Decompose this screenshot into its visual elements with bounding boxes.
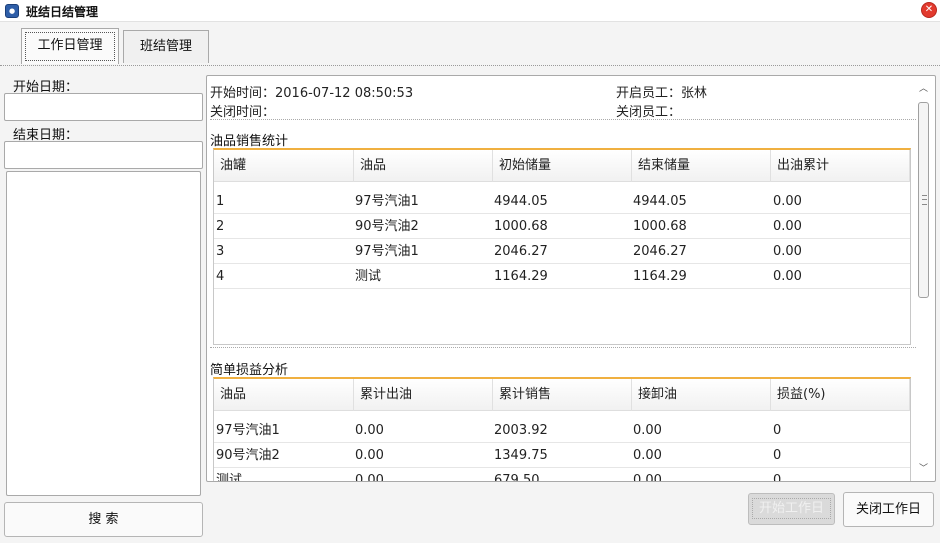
close-workday-button[interactable]: 关闭工作日 — [843, 492, 934, 527]
cell-product: 90号汽油2 — [355, 219, 419, 234]
cell-initial-stock: 2046.27 — [494, 244, 548, 259]
loss-col-product[interactable]: 油品 — [214, 379, 354, 411]
sales-col-product[interactable]: 油品 — [354, 150, 493, 182]
tab-divider — [0, 65, 940, 66]
table-row[interactable]: 90号汽油2 0.00 1349.75 0.00 0 — [214, 443, 910, 468]
scrollbar-thumb[interactable] — [918, 102, 929, 298]
cell-loss-percent: 0 — [773, 473, 782, 482]
search-button[interactable]: 搜 索 — [4, 502, 203, 537]
start-staff-value: 张林 — [681, 86, 708, 101]
table-row[interactable]: 97号汽油1 0.00 2003.92 0.00 0 — [214, 418, 910, 443]
loss-col-loss-percent[interactable]: 损益(%) — [771, 379, 910, 411]
cell-tank: 1 — [216, 194, 225, 209]
workday-list[interactable] — [6, 171, 201, 496]
cell-initial-stock: 4944.05 — [494, 194, 548, 209]
cell-output-total: 0.00 — [773, 244, 802, 259]
cell-unload: 0.00 — [633, 448, 662, 463]
window-title: 班结日结管理 — [26, 5, 99, 19]
start-time-label: 开始时间： — [210, 86, 276, 101]
cell-end-stock: 1000.68 — [633, 219, 687, 234]
sales-col-initial-stock[interactable]: 初始储量 — [493, 150, 632, 182]
start-time-info: 开始时间：2016-07-12 08:50:53 — [210, 82, 413, 101]
cell-initial-stock: 1000.68 — [494, 219, 548, 234]
start-staff-info: 开启员工：张林 — [616, 82, 707, 101]
cell-total-sales: 1349.75 — [494, 448, 548, 463]
app-logo-icon: ● — [5, 4, 19, 18]
table-row[interactable]: 1 97号汽油1 4944.05 4944.05 0.00 — [214, 189, 910, 214]
cell-output-total: 0.00 — [773, 269, 802, 284]
cell-total-sales: 679.50 — [494, 473, 540, 482]
loss-col-total-output[interactable]: 累计出油 — [354, 379, 493, 411]
tab-shift-management[interactable]: 班结管理 — [123, 30, 209, 63]
tab-label: 工作日管理 — [25, 32, 115, 61]
start-staff-label: 开启员工： — [616, 86, 682, 101]
close-staff-info: 关闭员工： — [616, 101, 681, 120]
cell-output-total: 0.00 — [773, 194, 802, 209]
sales-section-title: 油品销售统计 — [210, 134, 289, 149]
cell-loss-percent: 0 — [773, 423, 782, 438]
sales-col-end-stock[interactable]: 结束储量 — [632, 150, 771, 182]
title-bar: ● 班结日结管理 ✕ — [0, 0, 940, 22]
table-row[interactable]: 3 97号汽油1 2046.27 2046.27 0.00 — [214, 239, 910, 264]
cell-product: 测试 — [355, 269, 382, 284]
info-divider — [210, 119, 916, 120]
close-time-info: 关闭时间： — [210, 101, 275, 120]
cell-end-stock: 1164.29 — [633, 269, 687, 284]
loss-section-title: 简单损益分析 — [210, 363, 289, 378]
scroll-up-icon[interactable]: ︿ — [917, 82, 930, 96]
cell-unload: 0.00 — [633, 473, 662, 482]
cell-total-output: 0.00 — [355, 423, 384, 438]
table-row[interactable]: 测试 0.00 679.50 0.00 0 — [214, 468, 910, 482]
cell-product: 97号汽油1 — [216, 423, 280, 438]
start-date-input[interactable] — [4, 93, 203, 121]
loss-grid-header: 油品 累计出油 累计销售 接卸油 损益(%) — [214, 379, 910, 411]
table-row[interactable]: 2 90号汽油2 1000.68 1000.68 0.00 — [214, 214, 910, 239]
cell-tank: 3 — [216, 244, 225, 259]
cell-product: 90号汽油2 — [216, 448, 280, 463]
close-time-label: 关闭时间： — [210, 105, 276, 120]
detail-scrollbar[interactable]: ︿ ﹀ — [917, 80, 930, 478]
loss-col-total-sales[interactable]: 累计销售 — [493, 379, 632, 411]
end-date-input[interactable] — [4, 141, 203, 169]
table-row[interactable]: 4 测试 1164.29 1164.29 0.00 — [214, 264, 910, 289]
sales-col-output-total[interactable]: 出油累计 — [771, 150, 910, 182]
cell-product: 97号汽油1 — [355, 194, 419, 209]
loss-grid[interactable]: 油品 累计出油 累计销售 接卸油 损益(%) 97号汽油1 0.00 2003.… — [213, 377, 911, 482]
loss-col-unload[interactable]: 接卸油 — [632, 379, 771, 411]
close-workday-label: 关闭工作日 — [855, 502, 921, 517]
sales-grid[interactable]: 油罐 油品 初始储量 结束储量 出油累计 1 97号汽油1 4944.05 49… — [213, 148, 911, 345]
cell-product: 97号汽油1 — [355, 244, 419, 259]
cell-tank: 2 — [216, 219, 225, 234]
cell-end-stock: 4944.05 — [633, 194, 687, 209]
cell-unload: 0.00 — [633, 423, 662, 438]
start-workday-button[interactable]: 开始工作日 — [748, 493, 835, 525]
tab-workday-management[interactable]: 工作日管理 — [21, 28, 119, 64]
cell-total-sales: 2003.92 — [494, 423, 548, 438]
close-icon[interactable]: ✕ — [921, 2, 937, 18]
cell-total-output: 0.00 — [355, 473, 384, 482]
start-time-value: 2016-07-12 08:50:53 — [275, 86, 414, 101]
cell-initial-stock: 1164.29 — [494, 269, 548, 284]
scroll-down-icon[interactable]: ﹀ — [917, 462, 930, 476]
grip-icon — [922, 195, 927, 205]
sales-grid-header: 油罐 油品 初始储量 结束储量 出油累计 — [214, 150, 910, 182]
search-button-label: 搜 索 — [88, 512, 119, 527]
cell-end-stock: 2046.27 — [633, 244, 687, 259]
cell-tank: 4 — [216, 269, 225, 284]
tab-label: 班结管理 — [139, 39, 192, 54]
workday-detail-panel: 开始时间：2016-07-12 08:50:53 开启员工：张林 关闭时间： 关… — [206, 75, 936, 482]
sales-col-tank[interactable]: 油罐 — [214, 150, 354, 182]
cell-output-total: 0.00 — [773, 219, 802, 234]
start-workday-label: 开始工作日 — [751, 498, 831, 519]
close-staff-label: 关闭员工： — [616, 105, 682, 120]
cell-loss-percent: 0 — [773, 448, 782, 463]
cell-product: 测试 — [216, 473, 243, 482]
section-divider — [210, 347, 916, 348]
cell-total-output: 0.00 — [355, 448, 384, 463]
